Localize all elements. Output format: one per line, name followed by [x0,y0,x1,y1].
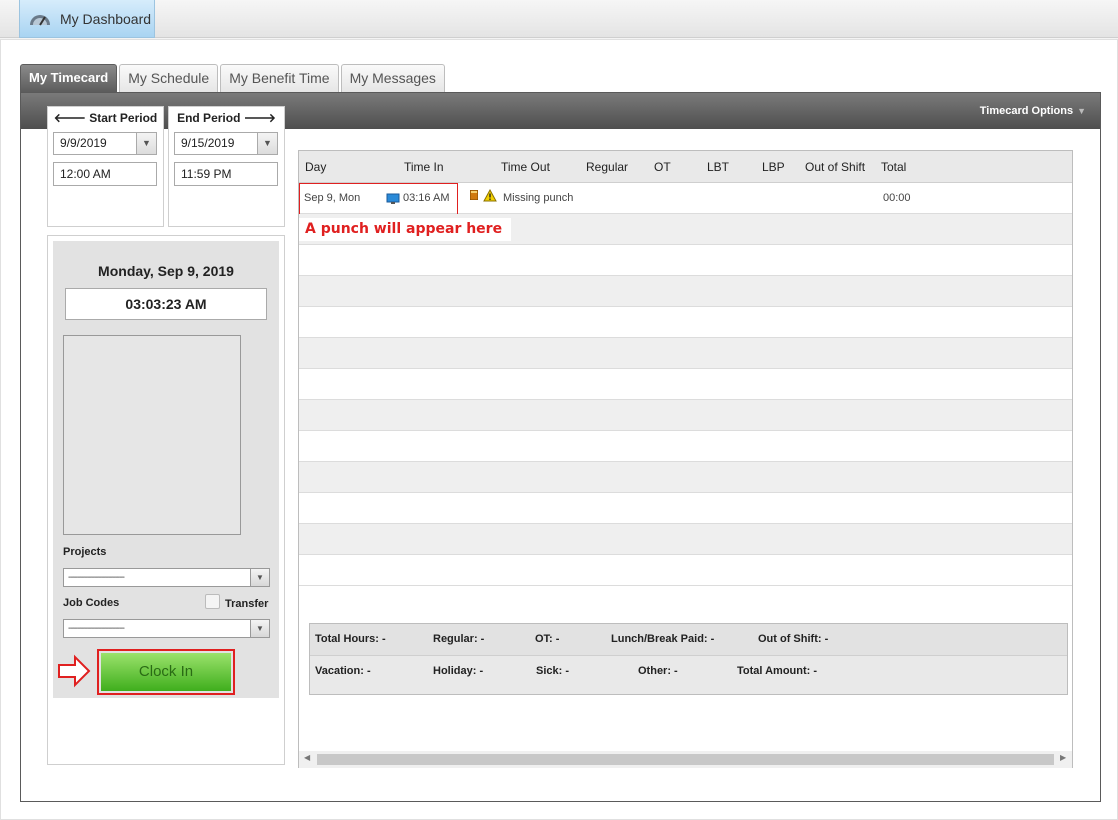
transfer-label: Transfer [225,598,269,610]
transfer-checkbox[interactable] [205,594,220,609]
table-row [299,493,1072,524]
col-lbp: LBP [762,160,785,174]
clock-panel: Monday, Sep 9, 2019 03:03:23 AM Projects… [53,241,279,698]
col-total: Total [881,160,907,174]
table-row [299,276,1072,307]
punch-annotation: A punch will appear here [299,218,511,241]
row-total: 00:00 [883,192,911,204]
horizontal-scrollbar[interactable]: ◀ ▶ [299,751,1072,768]
start-date-select[interactable]: 9/9/2019 ▼ [53,132,157,155]
end-period-box: End Period 🡒 9/15/2019 ▼ 11:59 PM [168,106,285,227]
col-time-out: Time Out [501,160,550,174]
scrollbar-thumb[interactable] [317,754,1054,765]
start-time-field[interactable]: 12:00 AM [53,162,157,186]
dashboard-label: My Dashboard [60,10,152,27]
timecard-grid: Day Time In Time Out Regular OT LBT LBP … [298,150,1073,768]
table-row [299,307,1072,338]
arrow-right-icon: 🡒 [243,111,276,125]
timecard-options-menu[interactable]: Timecard Options [980,105,1073,117]
col-ot: OT [654,160,671,174]
table-row [299,431,1072,462]
table-row [299,245,1072,276]
clock-in-button[interactable]: Clock In [97,649,235,695]
gauge-icon [30,14,50,26]
arrow-left-icon: 🡐 [53,111,86,125]
end-period-title: End Period 🡒 [177,111,276,125]
chevron-down-icon[interactable]: ▼ [136,133,156,154]
punch-highlight-box [299,183,458,215]
table-row [299,462,1072,493]
total-hours: Total Hours: - [315,633,386,645]
tab-my-schedule[interactable]: My Schedule [119,64,219,92]
row-status: Missing punch [503,192,574,204]
col-day: Day [305,160,327,174]
tab-my-timecard[interactable]: My Timecard [20,64,118,92]
total-sick: Sick: - [536,665,570,677]
total-lunch-break: Lunch/Break Paid: - [611,633,715,645]
end-date-select[interactable]: 9/15/2019 ▼ [174,132,278,155]
projects-select[interactable]: ------------------------ ▼ [63,568,270,587]
photo-area [63,335,241,535]
note-icon [470,190,478,200]
clock-panel-wrapper: Monday, Sep 9, 2019 03:03:23 AM Projects… [47,235,285,765]
tab-my-benefit-time[interactable]: My Benefit Time [220,64,339,92]
table-row [299,555,1072,586]
col-lbt: LBT [707,160,730,174]
table-row [299,338,1072,369]
caret-down-icon: ▼ [1077,106,1086,116]
clock-in-label: Clock In [101,653,231,691]
chevron-down-icon[interactable]: ▼ [257,133,277,154]
top-bar: My Dashboard [0,0,1118,38]
grid-header: Day Time In Time Out Regular OT LBT LBP … [299,151,1072,183]
job-codes-label: Job Codes [63,597,120,609]
chevron-down-icon[interactable]: ▼ [250,620,269,637]
clock-time: 03:03:23 AM [65,288,267,320]
total-amount: Total Amount: - [737,665,818,677]
warning-icon [483,189,497,202]
tab-my-messages[interactable]: My Messages [340,64,445,92]
scroll-right-icon[interactable]: ▶ [1060,753,1066,762]
total-ot: OT: - [535,633,560,645]
end-time-field[interactable]: 11:59 PM [174,162,278,186]
total-vacation: Vacation: - [315,665,371,677]
scroll-left-icon[interactable]: ◀ [304,753,310,762]
col-time-in: Time In [404,160,444,174]
totals-panel: Total Hours: - Regular: - OT: - Lunch/Br… [309,623,1068,695]
job-codes-select[interactable]: ------------------------ ▼ [63,619,270,638]
total-regular: Regular: - [433,633,485,645]
tab-bar: My Timecard My Schedule My Benefit Time … [20,64,447,92]
table-row [299,369,1072,400]
total-holiday: Holiday: - [433,665,484,677]
total-out-of-shift: Out of Shift: - [758,633,829,645]
pointer-arrow-icon [58,654,91,688]
chevron-down-icon[interactable]: ▼ [250,569,269,586]
dashboard-tab[interactable]: My Dashboard [19,0,155,38]
table-row [299,400,1072,431]
start-period-box: 🡐 Start Period 9/9/2019 ▼ 12:00 AM [47,106,164,227]
projects-label: Projects [63,546,107,558]
total-other: Other: - [638,665,678,677]
col-regular: Regular [586,160,629,174]
start-period-title: 🡐 Start Period [53,111,158,125]
clock-date: Monday, Sep 9, 2019 [98,263,234,279]
col-out-of-shift: Out of Shift [805,160,866,174]
table-row [299,524,1072,555]
